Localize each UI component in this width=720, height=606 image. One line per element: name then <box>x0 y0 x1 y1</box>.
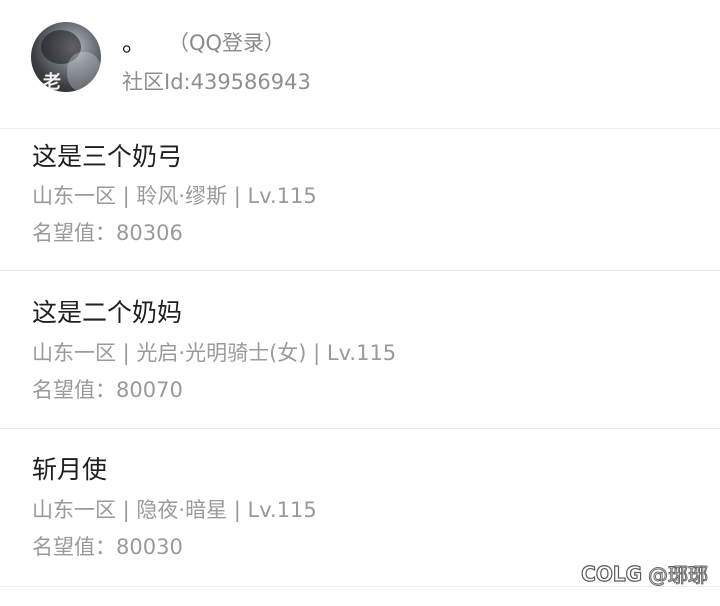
character-server-class-level: 山东一区 | 隐夜·暗星 | Lv.115 <box>32 498 317 522</box>
watermark: COLG @琊琊 <box>581 559 709 588</box>
account-nickname: 。 <box>122 29 146 57</box>
character-fame: 名望值：80030 <box>32 535 183 559</box>
avatar-highlight <box>67 52 101 92</box>
character-server-class-level: 山东一区 | 光启·光明骑士(女) | Lv.115 <box>32 341 397 365</box>
character-name: 这是二个奶妈 <box>32 298 183 327</box>
character-server-class-level: 山东一区 | 聆风·缪斯 | Lv.115 <box>32 184 317 208</box>
watermark-user: @琊琊 <box>648 563 709 588</box>
character-name: 斩月使 <box>32 455 108 484</box>
character-card[interactable]: 这是三个奶弓 山东一区 | 聆风·缪斯 | Lv.115 名望值：80306 <box>0 129 720 271</box>
account-header[interactable]: 老 。 （QQ登录） 社区Id:439586943 <box>0 0 720 129</box>
character-fame: 名望值：80070 <box>32 378 183 402</box>
avatar-glyph: 老 <box>43 72 61 92</box>
avatar[interactable]: 老 <box>31 22 101 92</box>
account-login-method: （QQ登录） <box>168 31 286 55</box>
account-community-id: 社区Id:439586943 <box>122 70 311 94</box>
character-name: 这是三个奶弓 <box>32 142 183 171</box>
character-fame: 名望值：80306 <box>32 221 183 245</box>
watermark-logo: COLG <box>581 561 643 586</box>
character-list-page: 老 。 （QQ登录） 社区Id:439586943 这是三个奶弓 山东一区 | … <box>0 0 720 606</box>
character-card[interactable]: 这是二个奶妈 山东一区 | 光启·光明骑士(女) | Lv.115 名望值：80… <box>0 271 720 429</box>
